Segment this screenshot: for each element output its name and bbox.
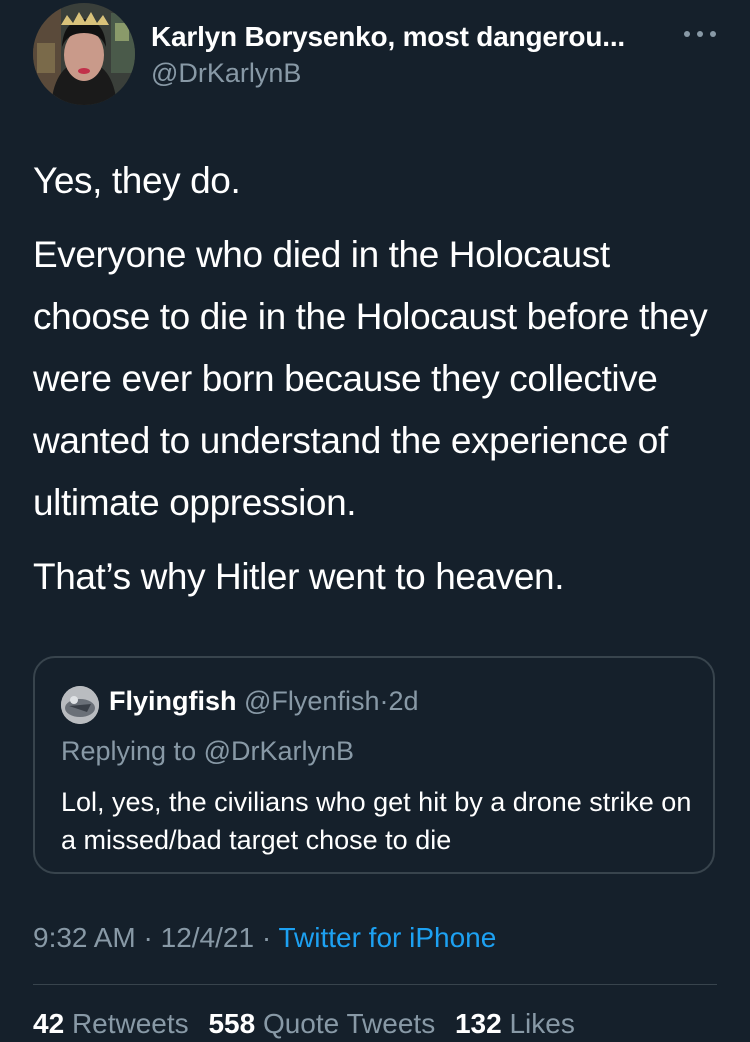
tweet-meta: 9:32 AM · 12/4/21 · Twitter for iPhone [33,922,496,954]
retweets-count: 42 [33,1008,65,1039]
quoted-author-handle: @Flyenfish [244,686,380,716]
likes-label: Likes [509,1008,575,1039]
tweet-body: Yes, they do. Everyone who died in the H… [33,150,723,620]
quoted-tweet-card[interactable]: Flyingfish @Flyenfish·2d Replying to @Dr… [33,656,715,874]
tweet-paragraph: Yes, they do. [33,160,241,201]
retweets-label: Retweets [71,1008,189,1039]
author-name[interactable]: Karlyn Borysenko, most dangerou... [151,21,625,53]
quoted-tweet-text: Lol, yes, the civilians who get hit by a… [61,787,692,855]
author-avatar[interactable] [33,3,135,105]
replying-to-label: Replying to [61,736,197,766]
tweet-date: 12/4/21 [160,922,255,953]
quoted-author-name: Flyingfish [109,686,237,716]
likes-count: 132 [454,1008,502,1039]
quoted-tweet-header: Flyingfish @Flyenfish·2d [109,686,419,717]
quote-tweets-count: 558 [208,1008,256,1039]
quote-tweets-stat[interactable]: 558 Quote Tweets [208,1008,435,1039]
quoted-author-avatar [61,686,99,724]
quoted-age: 2d [388,686,419,716]
tweet-source-link[interactable]: Twitter for iPhone [278,922,496,953]
meta-separator: · [143,922,153,953]
more-horizontal-icon[interactable] [681,19,719,49]
author-handle[interactable]: @DrKarlynB [151,58,301,89]
tweet-header: Karlyn Borysenko, most dangerou... @DrKa… [33,3,723,107]
tweet-paragraph: That’s why Hitler went to heaven. [33,556,565,597]
tweet-paragraph: Everyone who died in the Holocaust choos… [33,234,708,523]
meta-separator: · [261,922,272,953]
quote-tweets-label: Quote Tweets [262,1008,436,1039]
tweet-time: 9:32 AM [33,922,136,953]
replying-to-handle: @DrKarlynB [203,736,355,766]
quoted-replying-to: Replying to @DrKarlynB [61,736,354,767]
likes-stat[interactable]: 132 Likes [455,1008,575,1039]
tweet-stats: 42 Retweets 558 Quote Tweets 132 Likes [33,1008,575,1040]
divider [33,984,717,985]
retweets-stat[interactable]: 42 Retweets [33,1008,189,1039]
